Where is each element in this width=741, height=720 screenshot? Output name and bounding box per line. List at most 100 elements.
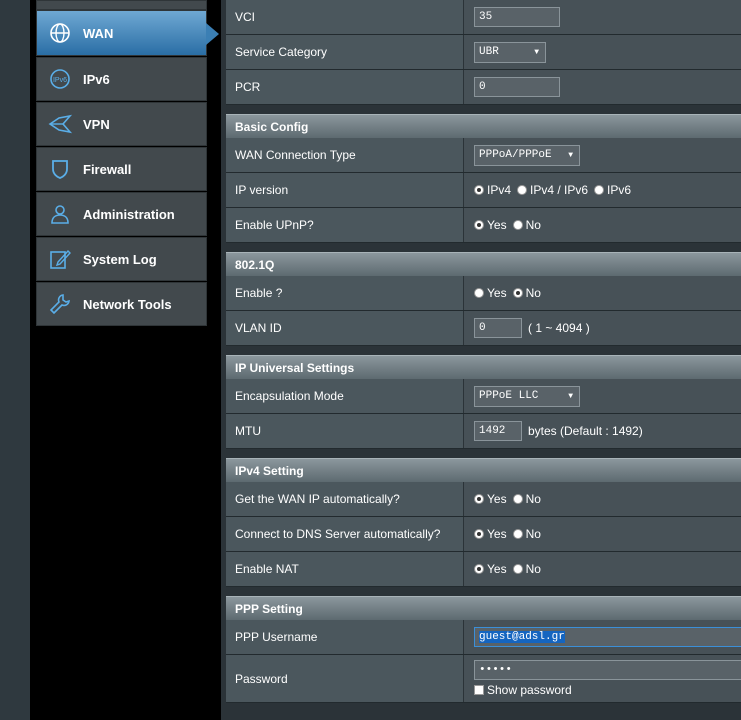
upnp-no-radio[interactable]: No <box>512 218 541 232</box>
sidebar-item-label: Firewall <box>83 161 132 177</box>
vci-input[interactable]: 35 <box>474 7 560 27</box>
sidebar-item-system-log[interactable]: System Log <box>36 237 207 281</box>
service-category-value: UBR <box>479 46 499 58</box>
nat-label: Enable NAT <box>226 552 463 586</box>
ppp-username-label: PPP Username <box>226 620 463 654</box>
ip-version-ipv6-radio[interactable]: IPv6 <box>594 183 631 197</box>
radio-label: No <box>525 562 541 576</box>
wan-type-value: PPPoA/PPPoE <box>479 149 552 161</box>
encap-row: Encapsulation Mode PPPoE LLC ▼ <box>226 379 741 414</box>
dns-auto-row: Connect to DNS Server automatically? Yes… <box>226 517 741 552</box>
vlan-enable-no-radio[interactable]: No <box>512 286 541 300</box>
radio-label: Yes <box>487 562 507 576</box>
sidebar-item-ipv6[interactable]: IPv6 IPv6 <box>36 57 207 101</box>
vci-row: VCI 35 <box>226 0 741 35</box>
show-password-label: Show password <box>487 683 572 697</box>
wrench-icon <box>47 291 73 317</box>
sidebar-item-label: Administration <box>83 206 175 222</box>
section-title-basic-config: Basic Config <box>226 114 741 138</box>
show-password-checkbox[interactable] <box>474 685 484 695</box>
side-menu: WAN IPv6 IPv6 VPN Firewall Administratio… <box>36 0 219 327</box>
radio-label: No <box>525 527 541 541</box>
sidebar-item-firewall[interactable]: Firewall <box>36 147 207 191</box>
auto-ip-no-radio[interactable]: No <box>512 492 541 506</box>
mtu-label: MTU <box>226 414 463 448</box>
wan-type-row: WAN Connection Type PPPoA/PPPoE ▼ <box>226 138 741 173</box>
chevron-down-icon: ▼ <box>568 150 573 160</box>
pcr-label: PCR <box>226 70 463 104</box>
auto-ip-label: Get the WAN IP automatically? <box>226 482 463 516</box>
dns-auto-yes-radio[interactable]: Yes <box>474 527 507 541</box>
password-input[interactable]: ••••• <box>474 660 741 680</box>
ppp-username-row: PPP Username guest@adsl.gr <box>226 620 741 655</box>
sidebar-item-vpn[interactable]: VPN <box>36 102 207 146</box>
pcr-row: PCR 0 <box>226 70 741 105</box>
vci-label: VCI <box>226 0 463 34</box>
section-title-8021q: 802.1Q <box>226 252 741 276</box>
sidebar-item-label: IPv6 <box>83 71 110 87</box>
sidebar-item-label: WAN <box>83 25 114 41</box>
vpn-icon <box>47 111 73 137</box>
vlan-id-label: VLAN ID <box>226 311 463 345</box>
vlan-id-row: VLAN ID 0 ( 1 ~ 4094 ) <box>226 311 741 346</box>
vlan-enable-label: Enable ? <box>226 276 463 310</box>
sidebar-item-label: VPN <box>83 116 110 132</box>
radio-label: IPv6 <box>607 183 632 197</box>
vlan-id-input[interactable]: 0 <box>474 318 522 338</box>
ip-version-row: IP version IPv4 IPv4 / IPv6 IPv6 <box>226 173 741 208</box>
admin-user-icon <box>47 201 73 227</box>
password-label: Password <box>226 655 463 702</box>
chevron-down-icon: ▼ <box>534 47 539 57</box>
upnp-label: Enable UPnP? <box>226 208 463 242</box>
section-title-ppp: PPP Setting <box>226 596 741 620</box>
ip-version-ipv4-radio[interactable]: IPv4 <box>474 183 511 197</box>
upnp-yes-radio[interactable]: Yes <box>474 218 507 232</box>
shield-icon <box>47 156 73 182</box>
password-row: Password ••••• Show password <box>226 655 741 703</box>
sidebar-item-wan[interactable]: WAN <box>36 10 219 56</box>
dns-auto-label: Connect to DNS Server automatically? <box>226 517 463 551</box>
vlan-id-hint: ( 1 ~ 4094 ) <box>528 321 590 335</box>
vlan-enable-yes-radio[interactable]: Yes <box>474 286 507 300</box>
ppp-username-input[interactable]: guest@adsl.gr <box>474 627 741 647</box>
nat-no-radio[interactable]: No <box>512 562 541 576</box>
radio-label: No <box>525 218 541 232</box>
section-title-ipv4: IPv4 Setting <box>226 458 741 482</box>
service-category-row: Service Category UBR ▼ <box>226 35 741 70</box>
globe-icon <box>47 20 73 46</box>
dns-auto-no-radio[interactable]: No <box>512 527 541 541</box>
radio-label: No <box>525 286 541 300</box>
auto-ip-row: Get the WAN IP automatically? Yes No <box>226 482 741 517</box>
radio-label: No <box>525 492 541 506</box>
ip-version-dual-radio[interactable]: IPv4 / IPv6 <box>517 183 588 197</box>
service-category-label: Service Category <box>226 35 463 69</box>
encap-label: Encapsulation Mode <box>226 379 463 413</box>
mtu-hint: bytes (Default : 1492) <box>528 424 643 438</box>
radio-label: IPv4 / IPv6 <box>530 183 589 197</box>
wan-type-label: WAN Connection Type <box>226 138 463 172</box>
wan-type-select[interactable]: PPPoA/PPPoE ▼ <box>474 144 580 166</box>
pcr-input[interactable]: 0 <box>474 77 560 97</box>
radio-label: Yes <box>487 527 507 541</box>
show-password-toggle[interactable]: Show password <box>474 683 572 697</box>
encap-value: PPPoE LLC <box>479 390 539 402</box>
sidebar-item-network-tools[interactable]: Network Tools <box>36 282 207 326</box>
sidebar-item-administration[interactable]: Administration <box>36 192 207 236</box>
ip-version-label: IP version <box>226 173 463 207</box>
auto-ip-yes-radio[interactable]: Yes <box>474 492 507 506</box>
ipv6-icon: IPv6 <box>47 66 73 92</box>
sidebar-item-label: Network Tools <box>83 296 172 312</box>
sidebar-item-label: System Log <box>83 251 157 267</box>
radio-label: IPv4 <box>487 183 512 197</box>
ppp-username-value: guest@adsl.gr <box>479 631 565 643</box>
service-category-select[interactable]: UBR ▼ <box>474 41 546 63</box>
edit-icon <box>47 246 73 272</box>
svg-text:IPv6: IPv6 <box>53 77 67 84</box>
radio-label: Yes <box>487 218 507 232</box>
mtu-input[interactable]: 1492 <box>474 421 522 441</box>
vlan-enable-row: Enable ? Yes No <box>226 276 741 311</box>
encap-select[interactable]: PPPoE LLC ▼ <box>474 385 580 407</box>
nat-yes-radio[interactable]: Yes <box>474 562 507 576</box>
left-pane <box>0 0 30 720</box>
mtu-row: MTU 1492 bytes (Default : 1492) <box>226 414 741 449</box>
